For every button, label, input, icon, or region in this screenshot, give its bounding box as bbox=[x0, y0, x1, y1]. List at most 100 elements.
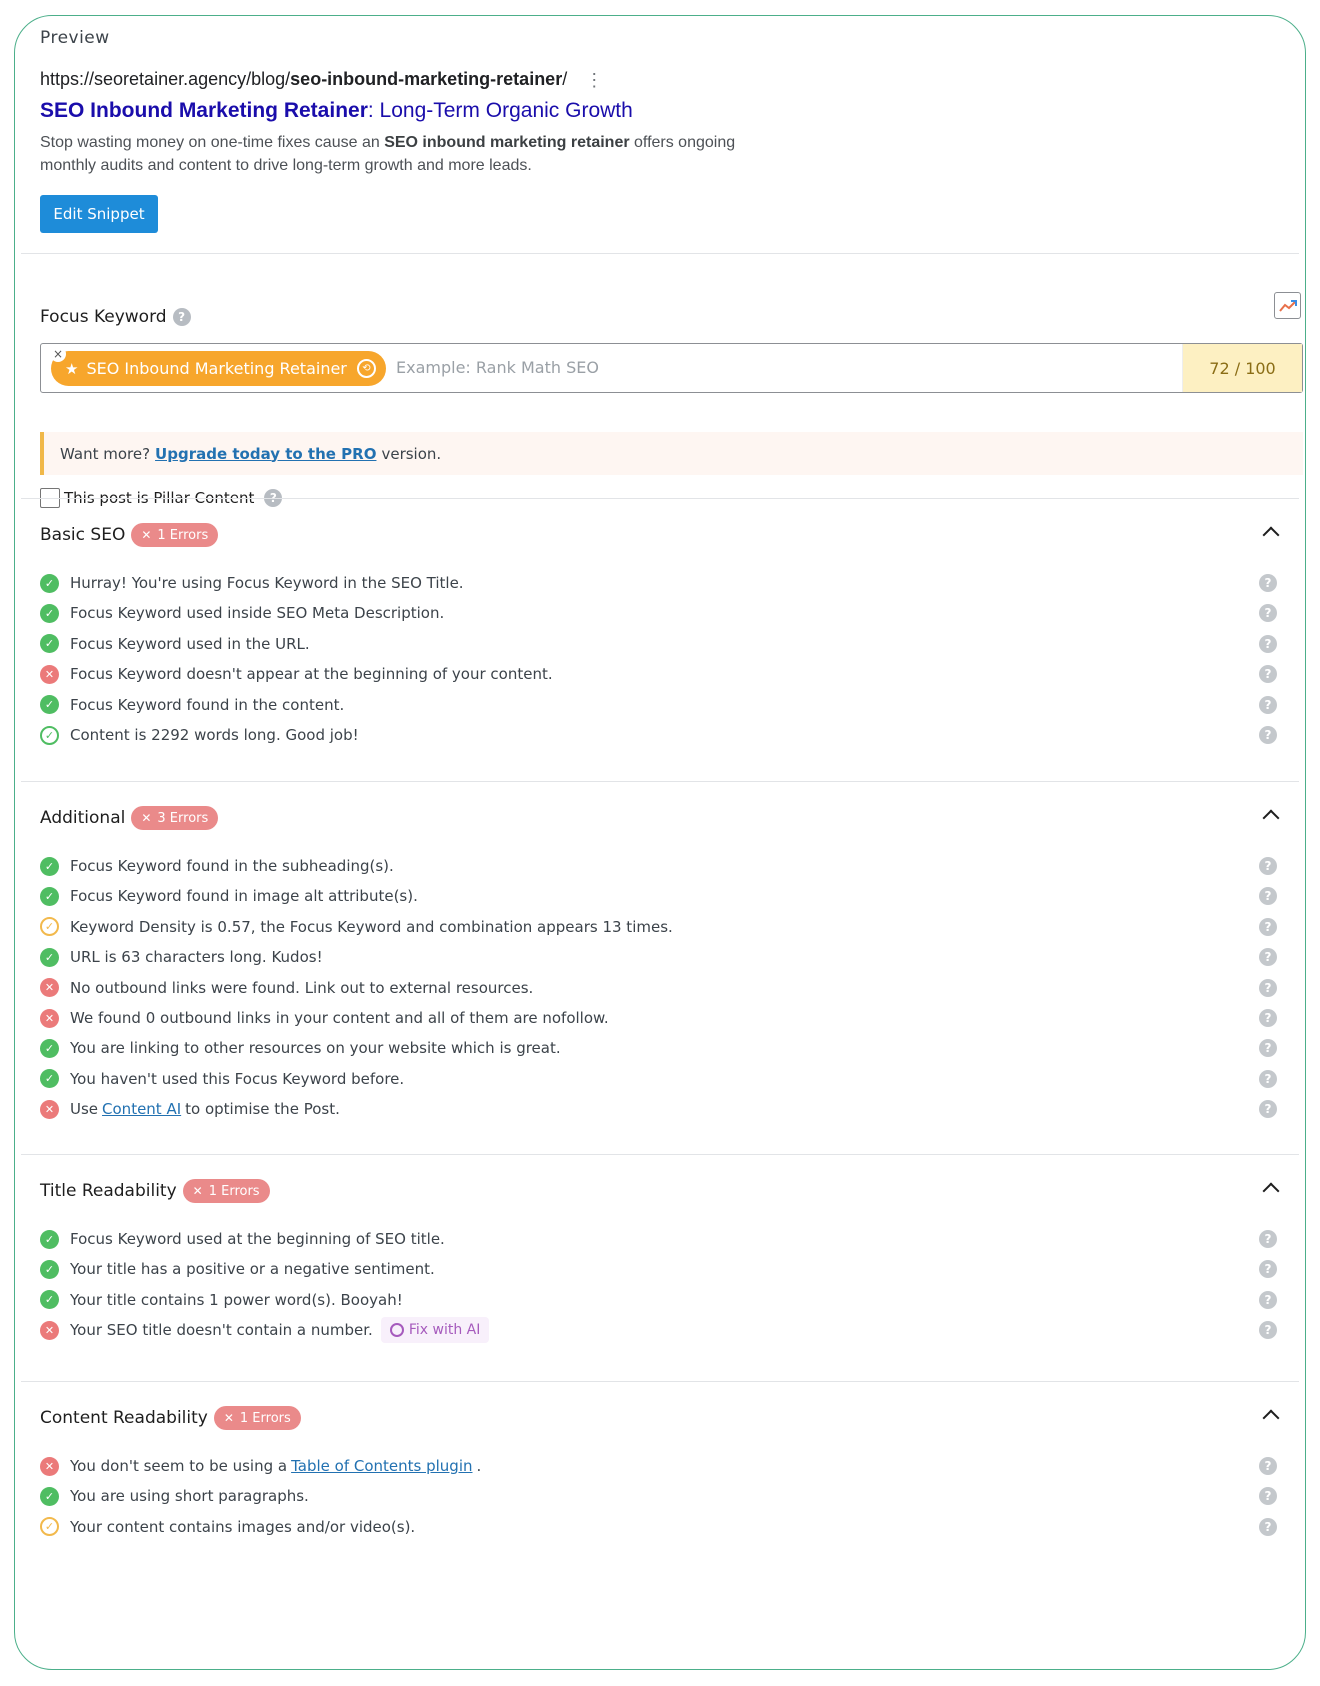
help-icon[interactable]: ? bbox=[1259, 695, 1277, 714]
check-icon: ✓ bbox=[40, 947, 59, 967]
help-icon[interactable]: ? bbox=[1259, 1260, 1277, 1279]
check-item-text: You haven't used this Focus Keyword befo… bbox=[70, 1069, 405, 1088]
serp-title-rest: : Long-Term Organic Growth bbox=[367, 99, 633, 122]
section-header[interactable]: Title Readability ✕ 1 Errors bbox=[40, 1179, 270, 1203]
error-count-badge: ✕ 3 Errors bbox=[131, 806, 219, 830]
chevron-up-icon[interactable] bbox=[1262, 809, 1280, 827]
serp-description: Stop wasting money on one-time fixes cau… bbox=[40, 131, 760, 177]
fix-with-ai-label: Fix with AI bbox=[408, 1322, 481, 1339]
error-icon: ✕ bbox=[40, 1320, 59, 1340]
check-item: ✓ Hurray! You're using Focus Keyword in t… bbox=[40, 571, 1299, 595]
check-item: ✓ You haven't used this Focus Keyword bef… bbox=[40, 1067, 1299, 1091]
three-dots-vertical-icon[interactable]: ⋮ bbox=[585, 71, 603, 89]
check-icon: ✓ bbox=[40, 1229, 59, 1249]
upgrade-link[interactable]: Upgrade today to the PRO bbox=[155, 445, 376, 463]
check-item: ✓ Your title contains 1 power word(s). Bo… bbox=[40, 1288, 1299, 1312]
fix-with-ai-button[interactable]: Fix with AI bbox=[380, 1317, 490, 1344]
check-icon: ✓ bbox=[40, 573, 59, 593]
check-item: ✓ Keyword Density is 0.57, the Focus Keyw… bbox=[40, 915, 1299, 939]
check-item-link[interactable]: Content AI bbox=[102, 1100, 181, 1118]
edit-snippet-button[interactable]: Edit Snippet bbox=[40, 195, 158, 233]
check-item-link[interactable]: Table of Contents plugin bbox=[291, 1457, 472, 1475]
check-item: ✓ Focus Keyword used at the beginning of … bbox=[40, 1227, 1299, 1251]
focus-keyword-label: Focus Keyword ? bbox=[40, 307, 191, 327]
serp-url: https://seoretainer.agency/blog/seo-inbo… bbox=[40, 69, 603, 90]
check-item-text: You don't seem to be using a bbox=[70, 1457, 288, 1475]
refresh-icon[interactable]: ⟲ bbox=[357, 359, 376, 378]
remove-keyword-icon[interactable]: × bbox=[50, 346, 66, 362]
help-icon[interactable]: ? bbox=[1259, 1069, 1277, 1088]
help-icon[interactable]: ? bbox=[1259, 1457, 1277, 1475]
serp-desc-pre: Stop wasting money on one-time fixes cau… bbox=[40, 134, 385, 151]
help-icon[interactable]: ? bbox=[1259, 1100, 1277, 1119]
help-icon[interactable]: ? bbox=[1259, 978, 1277, 997]
check-item-text: Focus Keyword found in image alt attribu… bbox=[70, 887, 418, 906]
check-item-text: Your title contains 1 power word(s). Boo… bbox=[70, 1290, 403, 1309]
help-icon[interactable]: ? bbox=[1259, 1487, 1277, 1506]
seo-score-badge: 72 / 100 bbox=[1182, 344, 1302, 392]
help-icon[interactable]: ? bbox=[1259, 1039, 1277, 1058]
check-icon: ✓ bbox=[40, 603, 59, 623]
help-icon[interactable]: ? bbox=[172, 308, 191, 326]
chevron-up-icon[interactable] bbox=[1262, 1182, 1280, 1200]
check-item: ✓ Focus Keyword used inside SEO Meta Desc… bbox=[40, 601, 1299, 625]
check-item-text: We found 0 outbound links in your conten… bbox=[70, 1009, 609, 1027]
focus-keyword-title: Focus Keyword bbox=[40, 307, 167, 327]
help-icon[interactable]: ? bbox=[1259, 726, 1277, 744]
help-icon[interactable]: ? bbox=[1259, 1290, 1277, 1309]
check-item-text: Focus Keyword found in the subheading(s)… bbox=[70, 857, 394, 875]
check-icon: ✓ bbox=[40, 634, 59, 654]
help-icon[interactable]: ? bbox=[1259, 574, 1277, 592]
help-icon[interactable]: ? bbox=[1259, 634, 1277, 653]
help-icon[interactable]: ? bbox=[1259, 1517, 1277, 1536]
check-item-text: to optimise the Post. bbox=[185, 1100, 340, 1119]
check-item: ✓ Focus Keyword used in the URL.? bbox=[40, 632, 1299, 656]
check-item: ✓ Focus Keyword found in image alt attrib… bbox=[40, 884, 1299, 908]
check-item: ✓ You are using short paragraphs.? bbox=[40, 1484, 1299, 1508]
check-item: ✕ You don't seem to be using a Table of Co… bbox=[40, 1454, 1299, 1478]
seo-panel: Preview https://seoretainer.agency/blog/… bbox=[14, 15, 1306, 1670]
section-content-readability: Content Readability ✕ 1 Errors ✕ You don't s… bbox=[21, 1381, 1299, 1669]
serp-title: SEO Inbound Marketing Retainer: Long-Ter… bbox=[40, 99, 633, 123]
check-item-text: . bbox=[476, 1457, 482, 1475]
section-header[interactable]: Additional ✕ 3 Errors bbox=[40, 806, 219, 830]
chevron-up-icon[interactable] bbox=[1262, 526, 1280, 544]
section-header[interactable]: Content Readability ✕ 1 Errors bbox=[40, 1406, 301, 1430]
check-item-text: Focus Keyword used inside SEO Meta Descr… bbox=[70, 604, 445, 623]
keyword-placeholder[interactable]: Example: Rank Math SEO bbox=[396, 358, 599, 377]
ai-icon bbox=[389, 1323, 404, 1338]
check-item-text: Focus Keyword used at the beginning of S… bbox=[70, 1230, 445, 1248]
check-icon: ✓ bbox=[40, 1290, 59, 1310]
help-icon[interactable]: ? bbox=[1259, 1230, 1277, 1248]
help-icon[interactable]: ? bbox=[1259, 948, 1277, 967]
check-item-text: You are using short paragraphs. bbox=[70, 1487, 309, 1506]
check-item: ✕ No outbound links were found. Link out … bbox=[40, 976, 1299, 1000]
help-icon[interactable]: ? bbox=[1259, 604, 1277, 623]
help-icon[interactable]: ? bbox=[1259, 857, 1277, 875]
help-icon[interactable]: ? bbox=[1259, 1321, 1277, 1340]
upgrade-text: Want more? bbox=[60, 444, 151, 463]
x-icon: ✕ bbox=[223, 1411, 234, 1425]
help-icon[interactable]: ? bbox=[1259, 917, 1277, 936]
check-icon: ✓ bbox=[40, 1486, 59, 1506]
check-item-text: Your title has a positive or a negative … bbox=[70, 1260, 435, 1279]
help-icon[interactable]: ? bbox=[1259, 1009, 1277, 1027]
trend-chart-icon[interactable] bbox=[1274, 292, 1301, 319]
check-icon: ✓ bbox=[40, 1038, 59, 1058]
section-header[interactable]: Basic SEO ✕ 1 Errors bbox=[40, 523, 219, 547]
keyword-chip-label: SEO Inbound Marketing Retainer bbox=[86, 359, 347, 378]
check-icon: ✓ bbox=[40, 886, 59, 906]
check-icon: ✓ bbox=[40, 695, 59, 715]
section-title: Basic SEO bbox=[40, 525, 126, 545]
keyword-chip[interactable]: ★ SEO Inbound Marketing Retainer ⟲ bbox=[51, 351, 386, 386]
help-icon[interactable]: ? bbox=[1259, 887, 1277, 906]
chevron-up-icon[interactable] bbox=[1262, 1409, 1280, 1427]
check-item: ✓ Content is 2292 words long. Good job!? bbox=[40, 723, 1299, 747]
error-count-badge: ✕ 1 Errors bbox=[182, 1179, 270, 1203]
check-item-text: Use bbox=[70, 1100, 99, 1119]
help-icon[interactable]: ? bbox=[1259, 665, 1277, 684]
preview-label: Preview bbox=[40, 28, 110, 48]
check-outline-icon: ✓ bbox=[40, 725, 59, 745]
focus-keyword-input[interactable]: × ★ SEO Inbound Marketing Retainer ⟲ Exa… bbox=[40, 343, 1303, 393]
check-item: ✓ Focus Keyword found in the subheading(s… bbox=[40, 854, 1299, 878]
